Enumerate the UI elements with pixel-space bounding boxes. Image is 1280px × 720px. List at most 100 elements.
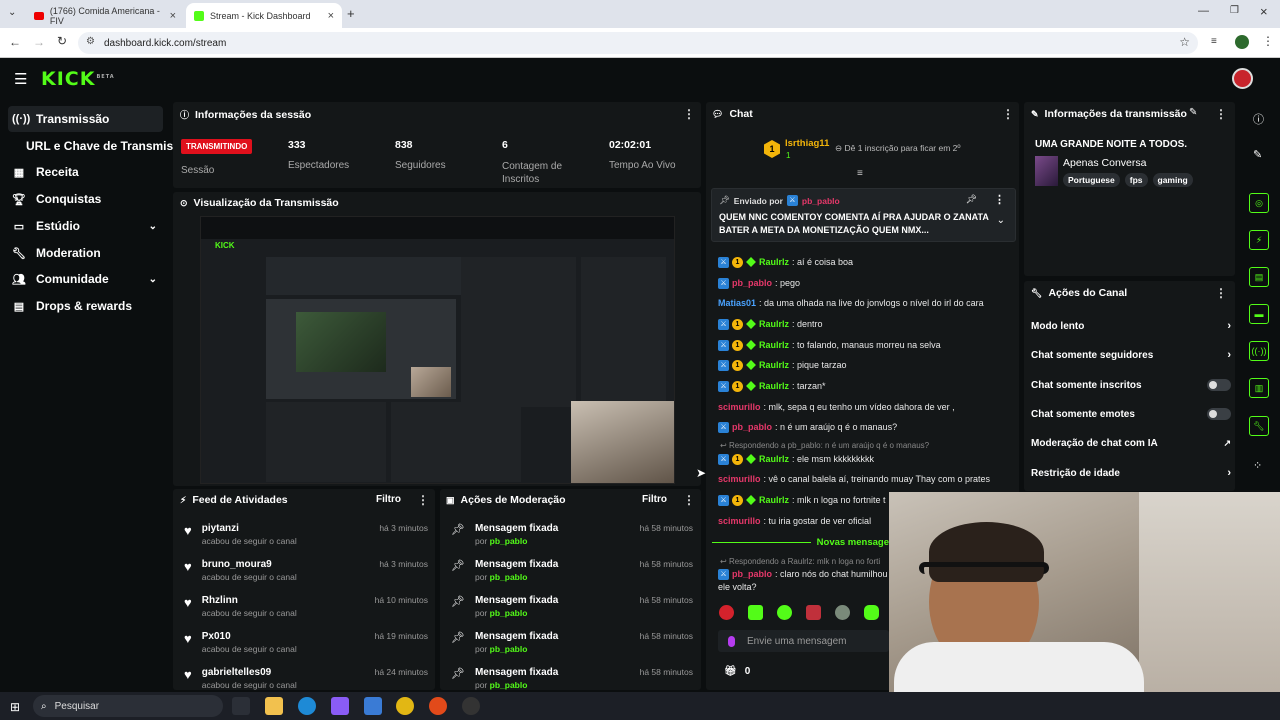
sidebar-item-drops[interactable]: ▤ Drops & rewards — [8, 293, 163, 319]
action-slow-mode[interactable]: Modo lento › — [1031, 317, 1231, 335]
chat-input[interactable]: Envie uma mensagem — [718, 630, 889, 652]
chat-user[interactable]: Raulrlz — [759, 318, 789, 330]
sidebar-item-conquistas[interactable]: 🏆︎ Conquistas — [8, 186, 163, 212]
collapse-icon[interactable]: ≡ — [857, 168, 863, 179]
list-item[interactable]: 📌︎ Mensagem fixada por pb_pablo há 58 min… — [451, 559, 693, 595]
subscribers-only-toggle[interactable] — [1207, 379, 1231, 391]
emote-icon[interactable] — [719, 605, 734, 620]
chat-message[interactable]: ⚔ 1 Raulrlz: dentro — [718, 318, 1003, 330]
mod-user[interactable]: pb_pablo — [490, 572, 528, 582]
bolt-icon[interactable]: ⚡︎ — [1249, 230, 1269, 250]
emote-icon[interactable] — [835, 605, 850, 620]
sidebar-item-estudio[interactable]: ▭ Estúdio ⌄ — [8, 213, 163, 239]
chat-message[interactable]: ⚔ 1 Raulrlz: aí é coisa boa — [718, 256, 1003, 268]
url-input[interactable]: ⚙ dashboard.kick.com/stream ☆ — [78, 32, 1198, 54]
moderation-menu-icon[interactable]: ⋮ — [683, 493, 695, 507]
emote-icon[interactable] — [864, 605, 879, 620]
sidebar-item-receita[interactable]: ▦ Receita — [8, 159, 163, 185]
tag[interactable]: gaming — [1152, 173, 1193, 187]
reading-list-icon[interactable]: ≡ — [1211, 36, 1217, 47]
kick-logo[interactable]: KICKBETA — [41, 68, 115, 90]
category-name[interactable]: Apenas Conversa — [1063, 157, 1146, 169]
minimize-icon[interactable]: — — [1198, 5, 1209, 17]
tab-search-chevron-icon[interactable]: ⌄ — [8, 7, 16, 18]
action-age-restriction[interactable]: Restrição de idade › — [1031, 464, 1231, 482]
unpin-icon[interactable]: 📌︎ — [966, 194, 977, 205]
chat-message[interactable]: scimurillo: vê o canal balela aí, treina… — [718, 473, 1003, 485]
chat-icon[interactable]: ▬ — [1249, 304, 1269, 324]
new-tab-icon[interactable]: + — [347, 6, 355, 21]
tag[interactable]: fps — [1124, 173, 1148, 187]
stream-preview-video[interactable]: KICK — [200, 216, 675, 484]
chat-user[interactable]: scimurillo — [718, 515, 761, 527]
activity-menu-icon[interactable]: ⋮ — [417, 493, 429, 507]
list-item[interactable]: ♥ Px010 acabou de seguir o canal há 19 mi… — [184, 631, 428, 667]
obs-icon[interactable] — [462, 697, 480, 715]
expand-chevron-icon[interactable]: ⌄ — [997, 215, 1005, 226]
pinned-menu-icon[interactable]: ⋮ — [994, 193, 1005, 206]
new-messages-divider[interactable]: Novas mensage — [712, 536, 889, 548]
chat-user[interactable]: scimurillo — [718, 401, 761, 413]
list-item[interactable]: 📌︎ Mensagem fixada por pb_pablo há 58 min… — [451, 595, 693, 631]
list-item[interactable]: ♥ gabrieltelles09 acabou de seguir o cana… — [184, 667, 428, 691]
microphone-icon[interactable] — [728, 635, 735, 647]
moderation-filter-button[interactable]: Filtro — [642, 494, 667, 505]
wrench-icon[interactable]: 🔧︎ — [1249, 416, 1269, 436]
points-display[interactable]: 🎁︎ 0 — [724, 666, 750, 677]
sidebar-item-comunidade[interactable]: 👥︎ Comunidade ⌄ — [8, 266, 163, 292]
chat-message[interactable]: scimurillo: mlk, sepa q eu tenho um víde… — [718, 401, 1003, 413]
chat-message[interactable]: ⚔ pb_pablo: pego — [718, 277, 1003, 289]
category-thumbnail[interactable] — [1035, 156, 1058, 186]
taskbar-search[interactable]: ⌕ Pesquisar — [33, 695, 223, 717]
session-menu-icon[interactable]: ⋮ — [683, 107, 695, 121]
chat-user[interactable]: Raulrlz — [759, 453, 789, 465]
list-item[interactable]: 📌︎ Mensagem fixada por pb_pablo há 58 min… — [451, 523, 693, 559]
edit-icon[interactable]: ✎ — [1189, 107, 1197, 118]
stream-info-menu-icon[interactable]: ⋮ — [1215, 107, 1227, 121]
browser-menu-icon[interactable]: ⋮ — [1262, 34, 1274, 48]
tag[interactable]: Portuguese — [1063, 173, 1120, 187]
site-info-icon[interactable]: ⚙ — [86, 36, 95, 47]
list-item[interactable]: 📌︎ Mensagem fixada por pb_pablo há 58 min… — [451, 631, 693, 667]
copilot-icon[interactable] — [331, 697, 349, 715]
list-item[interactable]: ♥ Rhzlinn acabou de seguir o canal há 10 … — [184, 595, 428, 631]
mod-user[interactable]: pb_pablo — [490, 680, 528, 690]
chat-message[interactable]: ⚔ 1 Raulrlz: tarzan* — [718, 380, 1003, 392]
list-item[interactable]: 📌︎ Mensagem fixada por pb_pablo há 58 min… — [451, 667, 693, 691]
channel-actions-menu-icon[interactable]: ⋮ — [1215, 286, 1227, 300]
chat-user[interactable]: Raulrlz — [759, 359, 789, 371]
browser-tab-youtube[interactable]: (1766) Comida Americana - FIV × — [26, 3, 184, 28]
user-avatar[interactable] — [1232, 68, 1253, 89]
chat-message[interactable]: ⚔ pb_pablo: n é um araújo q é o manaus? — [718, 421, 1003, 433]
mod-user[interactable]: pb_pablo — [490, 608, 528, 618]
chat-user[interactable]: Raulrlz — [759, 380, 789, 392]
chat-user[interactable]: scimurillo — [718, 473, 761, 485]
file-explorer-icon[interactable] — [265, 697, 283, 715]
chat-user[interactable]: pb_pablo — [732, 277, 772, 289]
pen-icon[interactable]: ✎ — [1253, 148, 1262, 161]
forward-icon[interactable]: → — [33, 35, 45, 49]
browser-tab-kick[interactable]: Stream - Kick Dashboard × — [186, 3, 342, 28]
emotes-only-toggle[interactable] — [1207, 408, 1231, 420]
info-icon[interactable]: ⓘ — [1253, 111, 1264, 127]
apps-icon[interactable]: ⁘ — [1253, 459, 1262, 472]
action-followers-only[interactable]: Chat somente seguidores › — [1031, 346, 1231, 364]
camera-icon[interactable]: ◎ — [1249, 193, 1269, 213]
chat-user[interactable]: Raulrlz — [759, 339, 789, 351]
chat-message[interactable]: Matias01: da uma olhada na live do jonvl… — [718, 297, 1003, 309]
emote-icon[interactable] — [806, 605, 821, 620]
chat-user[interactable]: Raulrlz — [759, 494, 789, 506]
chat-message[interactable]: ⚔ pb_pablo: claro nós do chat humilhou — [718, 568, 888, 580]
mod-user[interactable]: pb_pablo — [490, 644, 528, 654]
chat-user[interactable]: pb_pablo — [732, 421, 772, 433]
reload-icon[interactable]: ↻ — [57, 34, 67, 48]
app-icon[interactable] — [429, 697, 447, 715]
store-icon[interactable] — [364, 697, 382, 715]
sidebar-item-url-chave[interactable]: URL e Chave de Transmissão — [22, 133, 194, 159]
activity-filter-button[interactable]: Filtro — [376, 494, 401, 505]
layout-icon[interactable]: ▥ — [1249, 378, 1269, 398]
close-window-icon[interactable]: × — [1260, 4, 1268, 19]
broadcast-icon[interactable]: ((·)) — [1249, 341, 1269, 361]
chat-message[interactable]: ⚔ 1 Raulrlz: ele msm kkkkkkkkk — [718, 453, 1003, 465]
list-icon[interactable]: ▤ — [1249, 267, 1269, 287]
